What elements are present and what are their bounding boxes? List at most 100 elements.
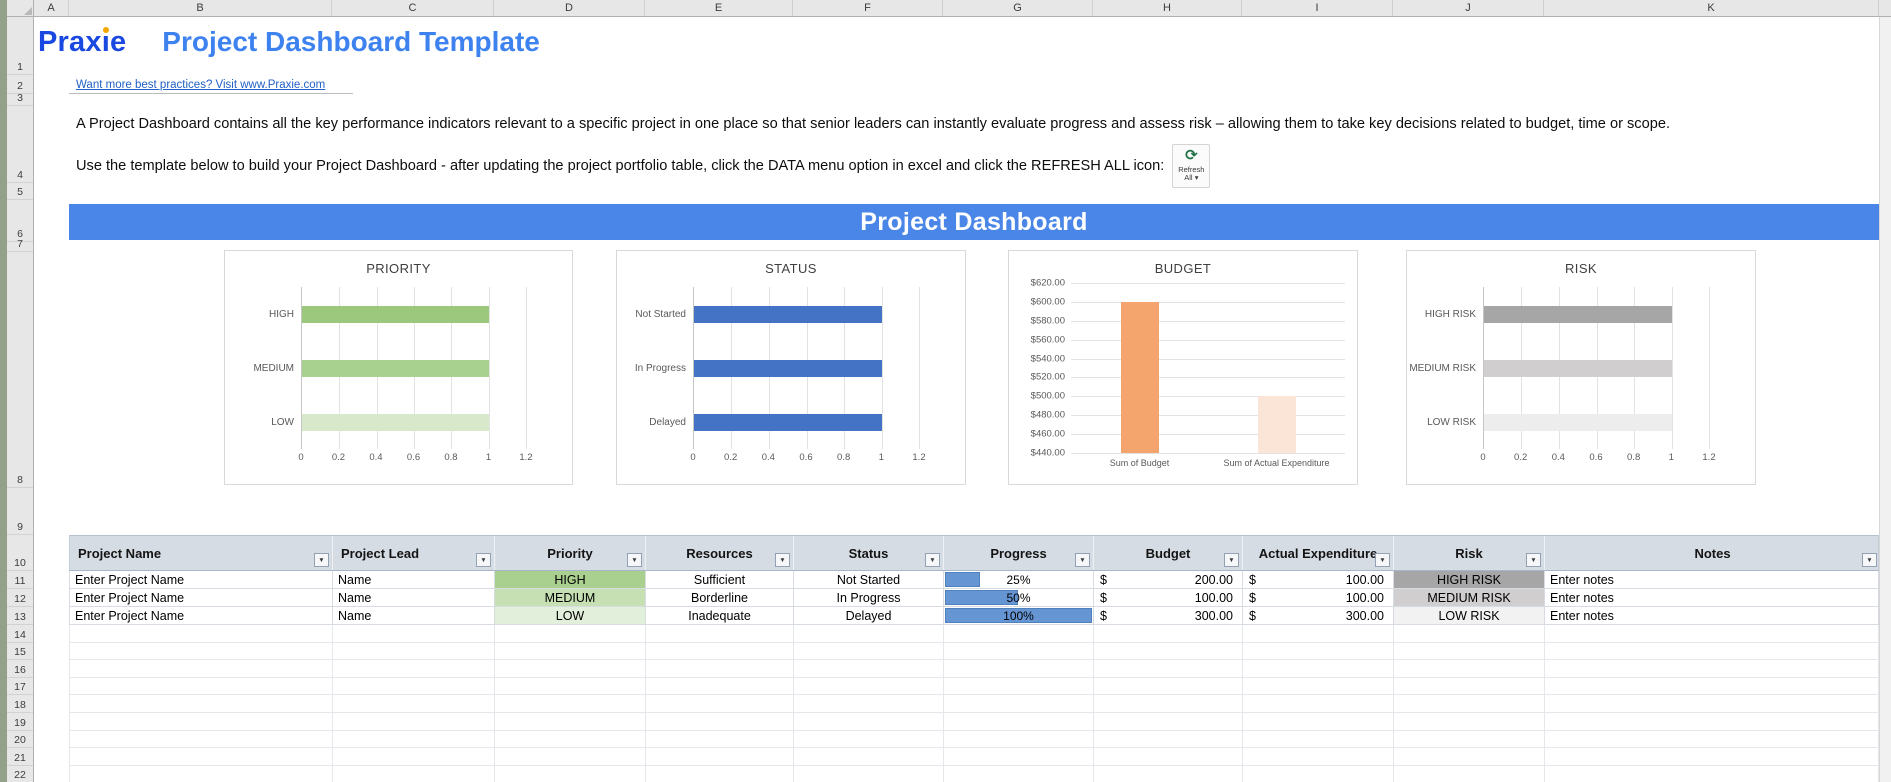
- row-number-17[interactable]: 17: [7, 678, 33, 695]
- project-name-cell[interactable]: Enter Project Name: [70, 571, 333, 588]
- sheet-cell[interactable]: [1394, 660, 1545, 678]
- column-header-d[interactable]: D: [494, 0, 645, 16]
- row-number-11[interactable]: 11: [7, 571, 33, 589]
- project-name-cell[interactable]: Enter Project Name: [70, 589, 333, 606]
- sheet-cell[interactable]: [495, 695, 646, 713]
- sheet-cell[interactable]: [944, 748, 1094, 766]
- row-number-16[interactable]: 16: [7, 660, 33, 678]
- sheet-cell[interactable]: [1394, 766, 1545, 782]
- table-header-progress[interactable]: Progress▼: [944, 536, 1094, 570]
- sheet-cell[interactable]: [70, 695, 333, 713]
- filter-dropdown-button[interactable]: ▼: [1075, 553, 1090, 567]
- sheet-cell[interactable]: [794, 748, 944, 766]
- sheet-cell[interactable]: [70, 625, 333, 643]
- sheet-cell[interactable]: [944, 625, 1094, 643]
- budget-cell[interactable]: $300.00: [1094, 607, 1243, 624]
- row-number-20[interactable]: 20: [7, 731, 33, 748]
- sheet-cell[interactable]: [495, 678, 646, 695]
- table-header-risk[interactable]: Risk▼: [1394, 536, 1545, 570]
- select-all-corner[interactable]: [7, 0, 34, 16]
- sheet-cell[interactable]: [333, 678, 495, 695]
- project-lead-cell[interactable]: Name: [333, 571, 495, 588]
- filter-dropdown-button[interactable]: ▼: [925, 553, 940, 567]
- sheet-cell[interactable]: [333, 695, 495, 713]
- sheet-cell[interactable]: [70, 748, 333, 766]
- sheet-cell[interactable]: [70, 713, 333, 731]
- budget-cell[interactable]: $100.00: [1094, 589, 1243, 606]
- sheet-cell[interactable]: [1243, 713, 1394, 731]
- row-number-6[interactable]: 6: [7, 200, 33, 242]
- sheet-cell[interactable]: [794, 678, 944, 695]
- sheet-cell[interactable]: [1243, 660, 1394, 678]
- sheet-cell[interactable]: [1545, 748, 1880, 766]
- sheet-cell[interactable]: [1094, 678, 1243, 695]
- filter-dropdown-button[interactable]: ▼: [1224, 553, 1239, 567]
- priority-cell[interactable]: HIGH: [495, 571, 646, 588]
- table-header-priority[interactable]: Priority▼: [495, 536, 646, 570]
- sheet-cell[interactable]: [646, 678, 794, 695]
- sheet-cell[interactable]: [70, 660, 333, 678]
- sheet-cell[interactable]: [1094, 660, 1243, 678]
- sheet-cell[interactable]: [1094, 695, 1243, 713]
- risk-cell[interactable]: HIGH RISK: [1394, 571, 1545, 588]
- sheet-cell[interactable]: [944, 713, 1094, 731]
- sheet-cell[interactable]: [1243, 731, 1394, 748]
- status-cell[interactable]: Not Started: [794, 571, 944, 588]
- sheet-cell[interactable]: [70, 678, 333, 695]
- sheet-cell[interactable]: [495, 713, 646, 731]
- actual-expenditure-cell[interactable]: $300.00: [1243, 607, 1394, 624]
- row-number-15[interactable]: 15: [7, 643, 33, 660]
- sheet-cell[interactable]: [1243, 625, 1394, 643]
- resources-cell[interactable]: Borderline: [646, 589, 794, 606]
- sheet-cell[interactable]: [1394, 625, 1545, 643]
- sheet-cell[interactable]: [794, 713, 944, 731]
- filter-dropdown-button[interactable]: ▼: [314, 553, 329, 567]
- filter-dropdown-button[interactable]: ▼: [627, 553, 642, 567]
- sheet-cell[interactable]: [70, 766, 333, 782]
- row-number-13[interactable]: 13: [7, 607, 33, 625]
- table-header-project-name[interactable]: Project Name▼: [70, 536, 333, 570]
- sheet-cell[interactable]: [944, 643, 1094, 660]
- sheet-cell[interactable]: [70, 731, 333, 748]
- sheet-cell[interactable]: [333, 643, 495, 660]
- sheet-cell[interactable]: [495, 643, 646, 660]
- sheet-cell[interactable]: [1545, 713, 1880, 731]
- sheet-cell[interactable]: [1243, 643, 1394, 660]
- sheet-cell[interactable]: [944, 695, 1094, 713]
- sheet-cell[interactable]: [1394, 748, 1545, 766]
- project-lead-cell[interactable]: Name: [333, 589, 495, 606]
- progress-cell[interactable]: 50%: [944, 589, 1094, 606]
- sheet-cell[interactable]: [944, 678, 1094, 695]
- column-header-j[interactable]: J: [1393, 0, 1544, 16]
- status-cell[interactable]: In Progress: [794, 589, 944, 606]
- budget-cell[interactable]: $200.00: [1094, 571, 1243, 588]
- table-header-notes[interactable]: Notes▼: [1545, 536, 1880, 570]
- table-header-status[interactable]: Status▼: [794, 536, 944, 570]
- row-number-18[interactable]: 18: [7, 695, 33, 713]
- resources-cell[interactable]: Sufficient: [646, 571, 794, 588]
- column-header-h[interactable]: H: [1093, 0, 1242, 16]
- project-name-cell[interactable]: Enter Project Name: [70, 607, 333, 624]
- sheet-cell[interactable]: [646, 625, 794, 643]
- sheet-cell[interactable]: [333, 660, 495, 678]
- risk-cell[interactable]: LOW RISK: [1394, 607, 1545, 624]
- row-number-14[interactable]: 14: [7, 625, 33, 643]
- sheet-cell[interactable]: [1394, 713, 1545, 731]
- sheet-cell[interactable]: [1243, 678, 1394, 695]
- progress-cell[interactable]: 100%: [944, 607, 1094, 624]
- row-number-3[interactable]: 3: [7, 94, 33, 106]
- filter-dropdown-button[interactable]: ▼: [1526, 553, 1541, 567]
- sheet-cell[interactable]: [794, 643, 944, 660]
- row-number-12[interactable]: 12: [7, 589, 33, 607]
- sheet-cell[interactable]: [794, 695, 944, 713]
- notes-cell[interactable]: Enter notes: [1545, 571, 1880, 588]
- row-number-19[interactable]: 19: [7, 713, 33, 731]
- row-number-10[interactable]: 10: [7, 535, 33, 571]
- sheet-cell[interactable]: [646, 766, 794, 782]
- notes-cell[interactable]: Enter notes: [1545, 589, 1880, 606]
- sheet-cell[interactable]: [495, 748, 646, 766]
- sheet-cell[interactable]: [794, 766, 944, 782]
- sheet-cell[interactable]: [495, 660, 646, 678]
- sheet-cell[interactable]: [1243, 748, 1394, 766]
- sheet-cell[interactable]: [1545, 625, 1880, 643]
